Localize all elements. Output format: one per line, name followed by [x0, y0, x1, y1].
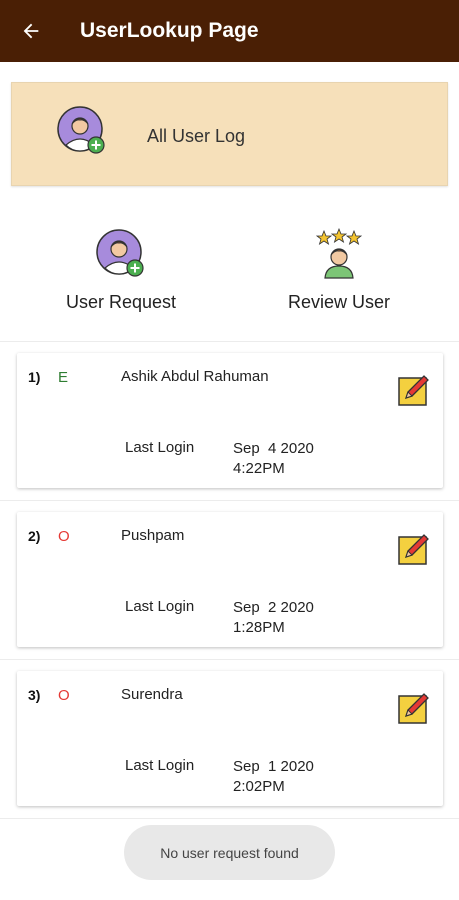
user-add-icon	[31, 228, 211, 284]
last-login-label: Last Login	[125, 757, 195, 774]
edit-button[interactable]	[397, 532, 431, 571]
user-request-label: User Request	[65, 292, 177, 312]
toast-message: No user request found	[124, 825, 335, 880]
arrow-left-icon	[23, 23, 39, 39]
review-user-label: Review User	[287, 292, 391, 312]
edit-button[interactable]	[397, 373, 431, 412]
edit-icon	[398, 534, 429, 565]
last-login-value: Sep 4 2020 4:22PM	[233, 439, 314, 479]
app-bar: UserLookup Page	[0, 0, 459, 62]
user-status: O	[58, 528, 70, 545]
last-login-label: Last Login	[125, 598, 195, 615]
last-login-value: Sep 1 2020 2:02PM	[233, 757, 314, 797]
divider	[0, 500, 459, 501]
back-button[interactable]	[0, 0, 62, 62]
edit-button[interactable]	[397, 691, 431, 730]
all-user-log-label: All User Log	[147, 126, 246, 146]
user-name: Ashik Abdul Rahuman	[121, 368, 269, 385]
user-status: E	[58, 369, 69, 386]
last-login-date: Sep 4 2020	[233, 440, 314, 457]
divider	[0, 341, 459, 342]
edit-icon	[398, 375, 429, 406]
user-stars-icon	[249, 228, 429, 284]
last-login-date: Sep 1 2020	[233, 758, 314, 775]
user-status: O	[58, 687, 70, 704]
user-card[interactable]: 1) E Ashik Abdul Rahuman Last Login Sep …	[17, 353, 443, 488]
last-login-label: Last Login	[125, 439, 195, 456]
last-login-time: 2:02PM	[233, 778, 285, 795]
divider	[0, 659, 459, 660]
user-name: Surendra	[121, 686, 183, 703]
user-add-icon	[56, 105, 108, 162]
user-index: 1)	[28, 369, 41, 385]
all-user-log-card[interactable]: All User Log	[11, 82, 448, 186]
last-login-time: 4:22PM	[233, 460, 285, 477]
last-login-time: 1:28PM	[233, 619, 285, 636]
user-card[interactable]: 2) O Pushpam Last Login Sep 2 2020 1:28P…	[17, 512, 443, 647]
last-login-value: Sep 2 2020 1:28PM	[233, 598, 314, 638]
user-name: Pushpam	[121, 527, 185, 544]
user-index: 3)	[28, 687, 41, 703]
user-request-button[interactable]: User Request	[31, 228, 211, 313]
last-login-date: Sep 2 2020	[233, 599, 314, 616]
review-user-button[interactable]: Review User	[249, 228, 429, 313]
edit-icon	[398, 693, 429, 724]
page-title: UserLookup Page	[80, 19, 259, 42]
divider	[0, 818, 459, 819]
user-card[interactable]: 3) O Surendra Last Login Sep 1 2020 2:02…	[17, 671, 443, 806]
user-index: 2)	[28, 528, 41, 544]
